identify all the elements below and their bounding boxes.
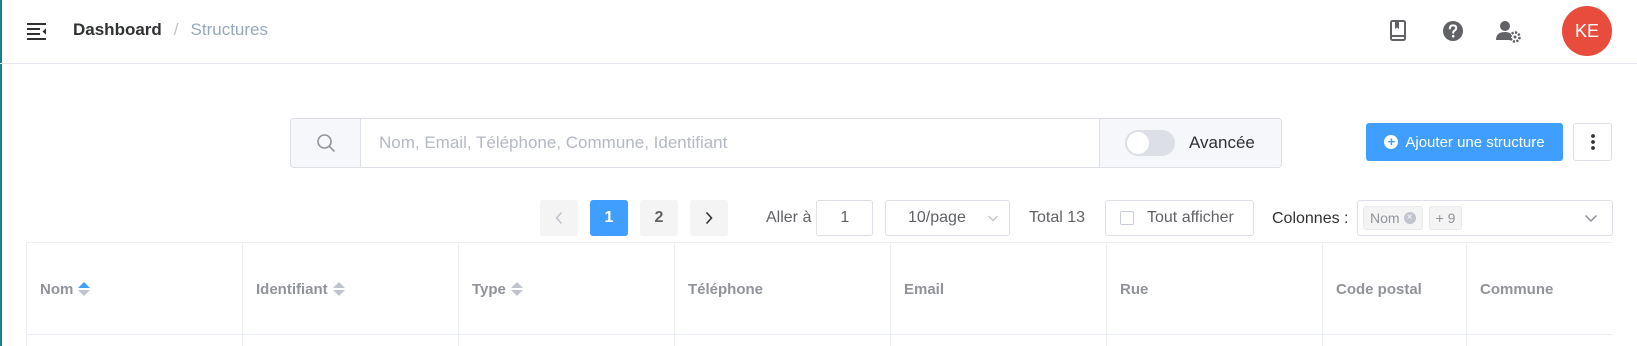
chevron-right-icon [705, 211, 713, 225]
plus-circle-icon: + [1384, 135, 1399, 149]
switch-knob [1127, 132, 1149, 154]
column-header-identifiant[interactable]: Identifiant [243, 243, 459, 335]
columns-label: Colonnes : [1272, 210, 1349, 227]
table-row [27, 335, 1613, 346]
top-header: Dashboard / Structures KE [0, 0, 1637, 64]
column-header-label: Rue [1120, 280, 1149, 298]
table-cell [243, 335, 459, 346]
search-input[interactable] [361, 119, 1099, 167]
breadcrumb-current: Structures [190, 20, 269, 39]
table-header-row: Nom Identifiant Type Téléphone Email Rue… [27, 243, 1613, 335]
column-header-label: Commune [1480, 280, 1554, 298]
menu-toggle-icon[interactable] [26, 20, 48, 42]
chevron-down-icon [1584, 214, 1598, 223]
help-icon[interactable] [1440, 18, 1466, 44]
show-all-label: Tout afficher [1147, 209, 1234, 226]
page-size-value: 10/page [908, 209, 966, 226]
column-header-email: Email [891, 243, 1107, 335]
column-header-commune: Commune [1467, 243, 1613, 335]
table-cell [891, 335, 1107, 346]
prev-page-button[interactable] [540, 200, 578, 236]
total-count: Total 13 [1029, 209, 1086, 226]
advanced-search-toggle: Avancée [1099, 119, 1281, 167]
add-structure-button[interactable]: + Ajouter une structure [1366, 123, 1563, 161]
search-icon [291, 119, 361, 167]
column-header-code-postal: Code postal [1323, 243, 1467, 335]
column-header-label: Téléphone [688, 280, 764, 298]
goto-label: Aller à [766, 209, 812, 226]
breadcrumb-separator: / [173, 20, 179, 39]
column-header-telephone: Téléphone [675, 243, 891, 335]
column-header-label: Type [472, 280, 506, 298]
chevron-left-icon [555, 211, 563, 225]
add-structure-label: Ajouter une structure [1405, 133, 1545, 151]
column-header-label: Code postal [1336, 280, 1422, 298]
sort-icon[interactable] [332, 282, 345, 296]
column-header-label: Identifiant [256, 280, 328, 298]
checkbox-box [1120, 211, 1134, 225]
column-header-nom[interactable]: Nom [27, 243, 243, 335]
structures-table: Nom Identifiant Type Téléphone Email Rue… [26, 242, 1613, 346]
avatar[interactable]: KE [1562, 6, 1612, 56]
column-header-label: Email [904, 280, 945, 298]
column-tag-nom: Nom × [1363, 206, 1423, 230]
columns-select[interactable]: Nom × + 9 [1357, 200, 1613, 236]
column-tag-more: + 9 [1428, 206, 1463, 230]
breadcrumb: Dashboard / Structures [73, 19, 268, 41]
sort-icon[interactable] [78, 282, 91, 296]
advanced-label: Avancée [1189, 133, 1255, 152]
vertical-dots-icon [1590, 134, 1595, 150]
table-cell [675, 335, 891, 346]
column-header-rue: Rue [1107, 243, 1323, 335]
goto-page: Aller à [766, 200, 874, 236]
column-tag-label: Nom [1370, 210, 1400, 226]
show-all-checkbox[interactable]: Tout afficher [1105, 200, 1254, 236]
more-options-button[interactable] [1573, 123, 1612, 161]
chevron-down-icon [988, 215, 998, 222]
breadcrumb-root[interactable]: Dashboard [73, 19, 162, 41]
page-size-select[interactable]: 10/page [885, 200, 1010, 236]
table-cell [1107, 335, 1323, 346]
book-icon[interactable] [1385, 18, 1411, 44]
search-bar: Avancée [290, 118, 1282, 168]
table-cell [1323, 335, 1467, 346]
table-cell [27, 335, 243, 346]
goto-page-input[interactable] [816, 200, 874, 236]
page-button-1[interactable]: 1 [590, 200, 628, 236]
page-button-2[interactable]: 2 [640, 200, 678, 236]
next-page-button[interactable] [690, 200, 728, 236]
sort-icon[interactable] [510, 282, 523, 296]
table-cell [459, 335, 675, 346]
tag-close-icon[interactable]: × [1403, 212, 1416, 224]
user-settings-icon[interactable] [1495, 18, 1521, 44]
advanced-switch[interactable] [1125, 130, 1175, 156]
table-cell [1467, 335, 1613, 346]
column-header-label: Nom [40, 280, 74, 298]
column-header-type[interactable]: Type [459, 243, 675, 335]
